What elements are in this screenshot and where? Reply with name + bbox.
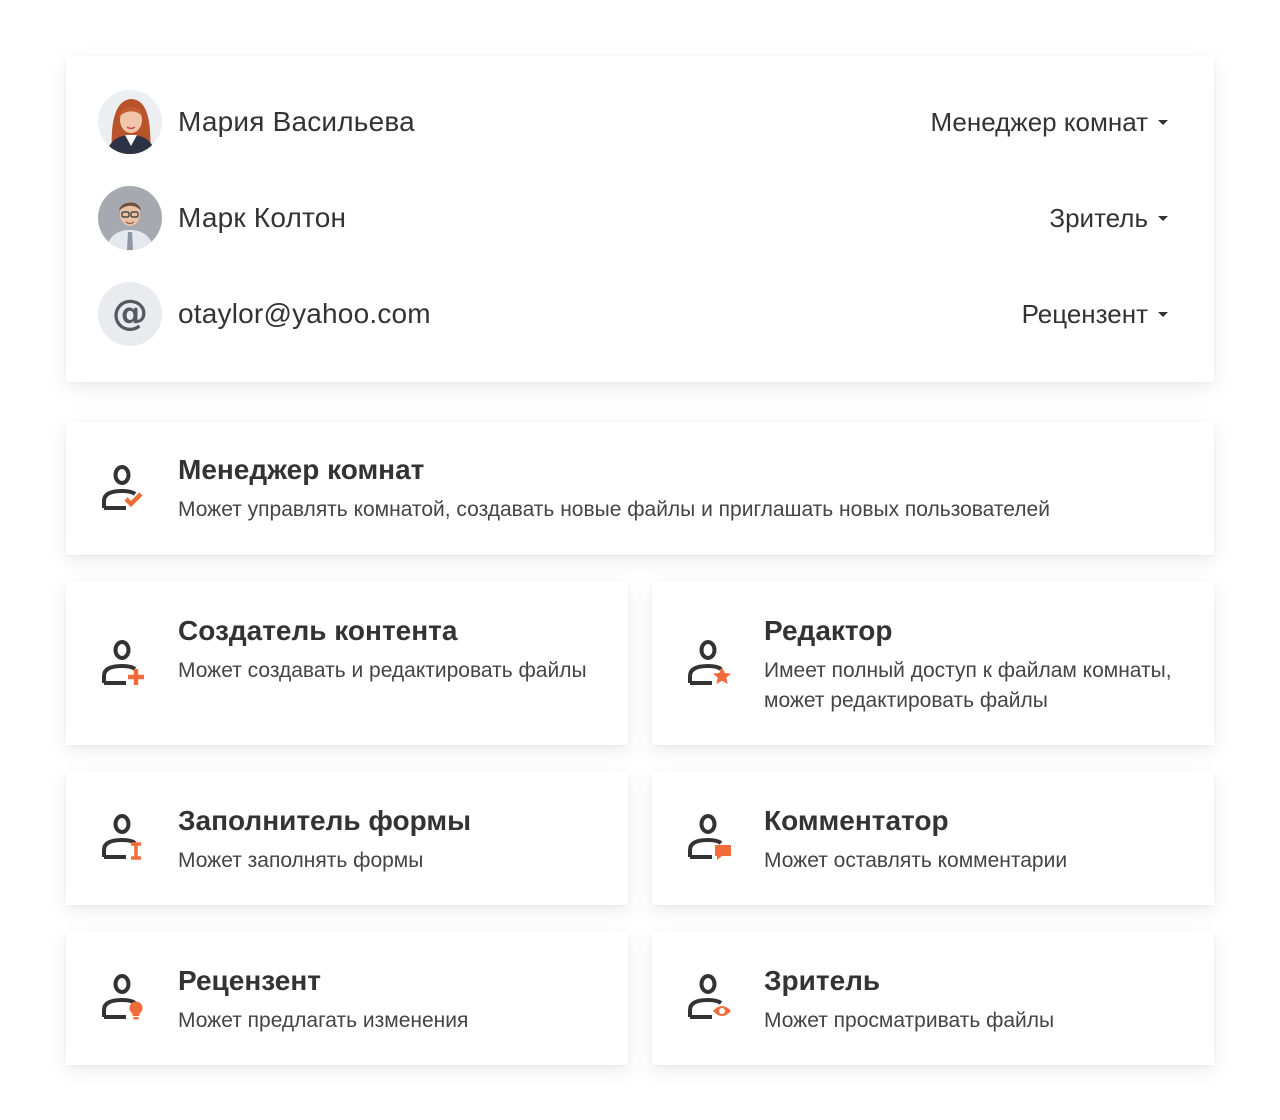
avatar <box>98 186 162 250</box>
role-card-viewer[interactable]: Зритель Может просматривать файлы <box>652 931 1214 1065</box>
caret-down-icon <box>1158 215 1168 221</box>
role-title: Создатель контента <box>178 615 458 646</box>
role-title: Редактор <box>764 615 893 646</box>
role-description: Может оставлять комментарии <box>764 849 1068 872</box>
user-plus-icon <box>102 640 144 685</box>
user-name: Марк Колтон <box>178 202 347 233</box>
role-title: Зритель <box>764 965 881 996</box>
users-card: Мария Васильева Менеджер комнат Марк Кол… <box>66 56 1214 382</box>
role-dropdown-value: Рецензент <box>1021 298 1148 329</box>
role-title: Заполнитель формы <box>178 805 472 836</box>
role-description: Может просматривать файлы <box>764 1009 1055 1032</box>
role-dropdown[interactable]: Менеджер комнат <box>930 107 1168 138</box>
user-comment-icon <box>688 814 731 860</box>
at-sign-icon: @ <box>112 292 148 334</box>
role-card-commentator[interactable]: Комментатор Может оставлять комментарии <box>652 771 1214 905</box>
role-title: Рецензент <box>178 965 321 996</box>
role-description: Может заполнять формы <box>178 849 424 872</box>
role-description: Имеет полный доступ к файлам комнаты, мо… <box>764 659 1172 712</box>
caret-down-icon <box>1158 119 1168 125</box>
role-dropdown[interactable]: Рецензент <box>1022 299 1168 330</box>
user-email: otaylor@yahoo.com <box>178 298 431 329</box>
user-text-cursor-icon <box>102 814 141 860</box>
avatar: @ <box>98 282 162 346</box>
user-name: Мария Васильева <box>178 106 415 137</box>
role-card-editor[interactable]: Редактор Имеет полный доступ к файлам ко… <box>652 581 1214 745</box>
caret-down-icon <box>1158 311 1168 317</box>
role-card-reviewer[interactable]: Рецензент Может предлагать изменения <box>66 931 628 1065</box>
avatar <box>98 90 162 154</box>
user-row-mark: Марк Колтон Зритель <box>98 186 1168 250</box>
user-check-icon <box>102 465 143 510</box>
role-dropdown-value: Зритель <box>1049 202 1148 233</box>
role-card-content-creator[interactable]: Создатель контента Может создавать и ред… <box>66 581 628 745</box>
role-dropdown[interactable]: Зритель <box>1049 203 1168 234</box>
user-star-icon <box>688 640 731 685</box>
role-description: Может управлять комнатой, создавать новы… <box>178 498 1050 521</box>
role-description: Может предлагать изменения <box>178 1009 469 1032</box>
role-title: Комментатор <box>764 805 949 836</box>
role-description: Может создавать и редактировать файлы <box>178 659 587 682</box>
role-card-room-manager[interactable]: Менеджер комнат Может управлять комнатой… <box>66 422 1214 555</box>
role-dropdown-value: Менеджер комнат <box>930 106 1148 137</box>
user-row-email: @ otaylor@yahoo.com Рецензент <box>98 282 1168 346</box>
role-title: Менеджер комнат <box>178 454 425 485</box>
user-eye-icon <box>688 974 731 1019</box>
role-card-form-filler[interactable]: Заполнитель формы Может заполнять формы <box>66 771 628 905</box>
user-row-maria: Мария Васильева Менеджер комнат <box>98 90 1168 154</box>
user-lightbulb-icon <box>102 974 143 1020</box>
